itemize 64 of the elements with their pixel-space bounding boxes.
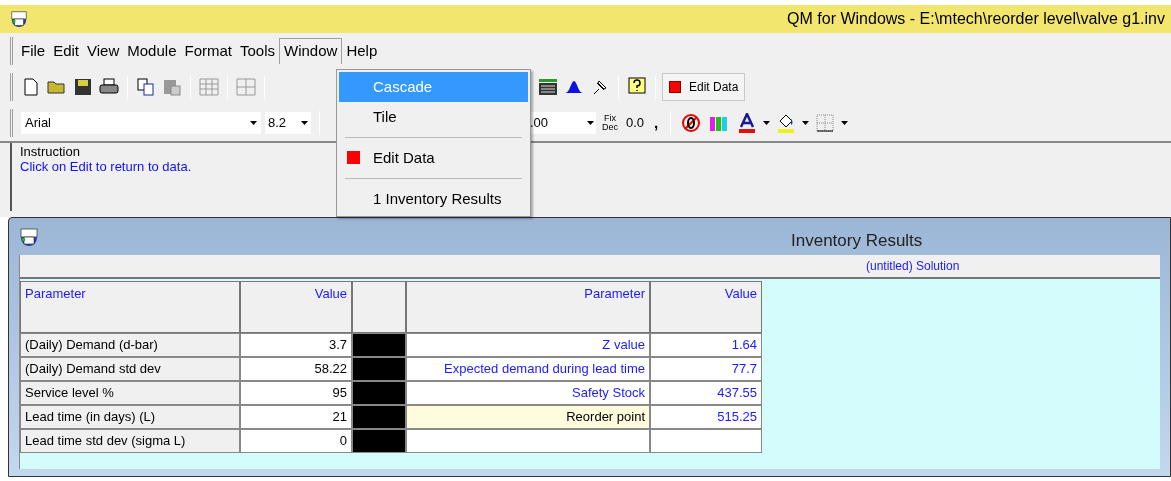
table-cell: [352, 381, 406, 405]
menu-item[interactable]: Tools: [236, 38, 280, 64]
edit-data-icon: [347, 151, 360, 164]
table-cell: 95: [240, 381, 352, 405]
font-size-dropdown[interactable]: 8.2: [265, 112, 311, 134]
table-cell: 437.55: [650, 381, 762, 405]
decimals-dropdown[interactable]: .00: [528, 112, 596, 134]
column-header: [352, 281, 406, 333]
menu-item[interactable]: Window: [279, 38, 343, 64]
table-cell: Lead time std dev (sigma L): [20, 429, 240, 453]
solution-subtitle: (untitled) Solution: [866, 258, 960, 275]
menu-item[interactable]: Format: [180, 38, 236, 64]
caret-icon[interactable]: [763, 121, 771, 125]
menu-option[interactable]: 1 Inventory Results: [339, 184, 528, 214]
table-cell: Service level %: [20, 381, 240, 405]
table-cell: (Daily) Demand (d-bar): [20, 333, 240, 357]
caret-icon[interactable]: [802, 121, 810, 125]
app-logo-icon: [10, 10, 28, 28]
table-cell: 3.7: [240, 333, 352, 357]
column-header: Value: [240, 281, 352, 333]
menu-item[interactable]: File: [17, 38, 50, 64]
decimal-format-button[interactable]: 0.0: [624, 113, 647, 133]
decimals-value: .00: [530, 114, 549, 133]
comma-button[interactable]: ,: [650, 111, 663, 135]
font-dropdown[interactable]: Arial: [21, 112, 261, 134]
menu-option[interactable]: Edit Data: [339, 143, 528, 173]
instruction-text: Click on Edit to return to data.: [20, 159, 192, 175]
table-cell: Reorder point: [406, 405, 650, 429]
caret-icon[interactable]: [841, 121, 849, 125]
column-header: Parameter: [20, 281, 240, 333]
table-cell: 77.7: [650, 357, 762, 381]
table-cell: 21: [240, 405, 352, 429]
table-cell: 515.25: [650, 405, 762, 429]
edit-data-button[interactable]: Edit Data: [662, 73, 746, 101]
table-cell: Safety Stock: [406, 381, 650, 405]
table-cell: 58.22: [240, 357, 352, 381]
table-cell: [352, 429, 406, 453]
edit-data-icon: [669, 81, 681, 93]
table-cell: Lead time (in days) (L): [20, 405, 240, 429]
caret-icon[interactable]: [587, 121, 594, 125]
font-name: Arial: [25, 114, 51, 133]
table-cell: Z value: [406, 333, 650, 357]
menu-item[interactable]: Help: [342, 38, 382, 64]
fix-decimals-button[interactable]: Fix Dec: [600, 114, 620, 132]
table-cell: [352, 405, 406, 429]
table-cell: 0: [240, 429, 352, 453]
column-header: Value: [650, 281, 762, 333]
menu-option[interactable]: Tile: [339, 102, 528, 132]
table-cell: [352, 357, 406, 381]
caret-icon[interactable]: [301, 121, 308, 125]
column-header: Parameter: [406, 281, 650, 333]
font-size: 8.2: [268, 114, 287, 133]
menu-item[interactable]: Module: [123, 38, 181, 64]
instruction-legend: Instruction: [20, 145, 80, 159]
results-title: Inventory Results: [791, 230, 923, 252]
menu-item[interactable]: Edit: [49, 38, 84, 64]
table-cell: 1.64: [650, 333, 762, 357]
table-cell: (Daily) Demand std dev: [20, 357, 240, 381]
menu-item[interactable]: View: [83, 38, 124, 64]
table-cell: Expected demand during lead time: [406, 357, 650, 381]
table-cell: [352, 333, 406, 357]
window-title: QM for Windows - E:\mtech\reorder level\valve g1.inv: [787, 9, 1165, 29]
caret-icon[interactable]: [250, 121, 257, 125]
app-logo-icon: [19, 226, 39, 247]
